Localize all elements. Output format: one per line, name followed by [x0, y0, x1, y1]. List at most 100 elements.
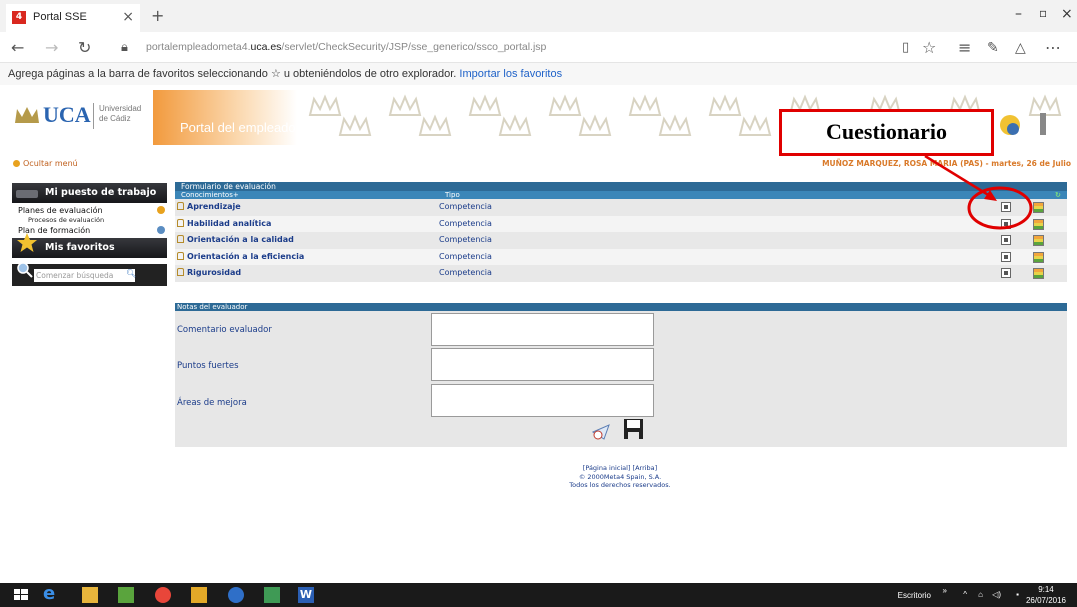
favorites-bar-message: Agrega páginas a la barra de favoritos s… [8, 68, 563, 80]
firefox-icon[interactable] [228, 587, 244, 603]
comentario-evaluador-field[interactable] [431, 313, 654, 346]
page-footer: [Página inicial] [Arriba] © 2000Meta4 Sp… [0, 464, 1077, 490]
expand-icon[interactable] [157, 226, 165, 234]
competency-link[interactable]: Orientación a la calidad [177, 232, 294, 248]
scale-icon[interactable] [1033, 235, 1044, 246]
tray-up-icon[interactable]: ^ [963, 590, 967, 599]
lock-icon: 🔒︎ [121, 40, 128, 55]
questionnaire-icon[interactable] [1001, 218, 1011, 229]
sidebar-section-mi-puesto[interactable]: Mi puesto de trabajo [12, 183, 167, 203]
competency-link[interactable]: Aprendizaje [177, 199, 241, 215]
hub-icon[interactable]: ≡ [958, 38, 971, 57]
sidebar-section-mis-favoritos[interactable]: Mis favoritos [12, 233, 167, 258]
competency-type: Competencia [439, 202, 492, 211]
areas-mejora-label: Áreas de mejora [177, 398, 247, 408]
portal-title: Portal del empleado [180, 120, 296, 135]
puntos-fuertes-field[interactable] [431, 348, 654, 381]
edge-icon[interactable]: e [43, 583, 59, 604]
refresh-icon[interactable]: ↻ [78, 38, 91, 57]
app-icon[interactable] [191, 587, 207, 603]
maximize-icon[interactable]: ▫ [1039, 6, 1047, 20]
grid-header: Conocimientos+ Tipo ↻ [175, 191, 1067, 199]
questionnaire-icon[interactable] [1001, 268, 1011, 278]
scale-icon[interactable] [1033, 202, 1044, 213]
tab-title: Portal SSE [33, 11, 87, 23]
reading-view-icon[interactable]: ▯ [902, 40, 909, 55]
notification-icon[interactable]: ▪ [1016, 590, 1019, 599]
crown-icon [15, 107, 39, 123]
favorite-star-icon[interactable]: ☆ [922, 38, 936, 57]
sidebar: Mi puesto de trabajo Planes de evaluació… [12, 183, 167, 286]
window-close-icon[interactable]: × [1061, 6, 1073, 22]
volume-icon[interactable]: ◁) [992, 590, 1001, 599]
network-icon[interactable]: ⌂ [978, 590, 983, 599]
favorites-bar: Agrega páginas a la barra de favoritos s… [0, 63, 1077, 85]
search-input[interactable]: Comenzar búsqueda [34, 269, 135, 282]
share-icon[interactable]: △ [1015, 40, 1026, 56]
competency-type: Competencia [439, 251, 492, 261]
portal-title-banner: Portal del empleado [153, 90, 297, 145]
sidebar-item-procesos-evaluacion[interactable]: Procesos de evaluación [12, 216, 167, 225]
table-row: Aprendizaje Competencia [175, 199, 1067, 216]
lock-icon [177, 268, 184, 276]
scale-icon[interactable] [1033, 268, 1044, 279]
col-conocimientos[interactable]: Conocimientos+ [181, 191, 239, 199]
word-icon[interactable]: W [298, 587, 314, 603]
web-note-icon[interactable]: ✎ [987, 40, 999, 56]
footer-links[interactable]: [Página inicial] [Arriba] [0, 464, 1077, 473]
send-icon[interactable] [592, 423, 612, 440]
questionnaire-icon[interactable] [1001, 202, 1011, 212]
back-arrow-icon[interactable]: ← [11, 38, 24, 57]
areas-mejora-field[interactable] [431, 384, 654, 417]
tray-expand-icon[interactable]: » [943, 586, 947, 595]
table-row: Orientación a la calidad Competencia [175, 232, 1067, 249]
hide-menu-link[interactable]: Ocultar menú [13, 159, 78, 168]
minimize-icon[interactable]: – [1015, 6, 1022, 22]
lock-icon [177, 251, 184, 260]
save-icon[interactable] [623, 418, 644, 440]
lock-icon [177, 218, 184, 227]
table-row: Rigurosidad Competencia [175, 265, 1067, 282]
windows-taskbar: e W Escritorio » ^ ⌂ ◁) ▪ 9:14 26/07/2016 [0, 583, 1077, 607]
app-icon[interactable] [118, 587, 134, 603]
browser-tab[interactable]: 4 Portal SSE × [6, 4, 140, 32]
more-icon[interactable]: ⋯ [1045, 38, 1061, 57]
chrome-icon[interactable] [155, 587, 171, 603]
grid-body: Aprendizaje Competencia Habilidad analít… [175, 199, 1067, 282]
scale-icon[interactable] [1033, 218, 1044, 230]
address-field[interactable]: portalempleadometa4.uca.es/servlet/Check… [146, 41, 546, 53]
grid-caption: Formulario de evaluación [175, 182, 1067, 191]
app-icon[interactable] [264, 587, 280, 603]
competency-type: Competencia [439, 218, 492, 228]
browser-tab-strip: 4 Portal SSE × + – ▫ × [0, 0, 1077, 32]
close-tab-icon[interactable]: × [122, 9, 134, 25]
desktop-label[interactable]: Escritorio [898, 591, 931, 600]
questionnaire-icon[interactable] [1001, 235, 1011, 245]
browser-address-bar: ← → ↻ 🔒︎ portalempleadometa4.uca.es/serv… [0, 32, 1077, 63]
competency-link[interactable]: Rigurosidad [177, 265, 241, 281]
portal-favicon-icon: 4 [12, 11, 26, 24]
sidebar-item-planes-evaluacion[interactable]: Planes de evaluación [12, 205, 167, 216]
notes-caption: Notas del evaluador [175, 303, 1067, 311]
competency-link[interactable]: Habilidad analítica [177, 216, 271, 232]
import-favorites-link[interactable]: Importar los favoritos [459, 68, 562, 80]
search-go-icon[interactable]: 🔍︎ [126, 269, 136, 278]
footer-copyright: © 2000Meta4 Spain, S.A. [578, 472, 662, 481]
scale-icon[interactable] [1033, 251, 1044, 263]
new-tab-icon[interactable]: + [151, 6, 164, 25]
col-tipo[interactable]: Tipo [445, 191, 460, 199]
star-icon [17, 233, 37, 252]
search-box: Comenzar búsqueda 🔍︎ [12, 262, 167, 286]
expand-icon[interactable] [157, 206, 165, 214]
file-explorer-icon[interactable] [82, 587, 98, 603]
refresh-grid-icon[interactable]: ↻ [1055, 191, 1061, 199]
questionnaire-icon[interactable] [1001, 251, 1011, 262]
comentario-label: Comentario evaluador [177, 325, 272, 335]
windows-start-icon[interactable] [13, 587, 29, 603]
competency-link[interactable]: Orientación a la eficiencia [177, 249, 304, 265]
lock-icon [177, 202, 184, 210]
table-row: Habilidad analítica Competencia [175, 215, 1067, 232]
clock[interactable]: 9:14 26/07/2016 [1026, 584, 1066, 606]
puntos-fuertes-label: Puntos fuertes [177, 361, 239, 371]
forward-arrow-icon[interactable]: → [45, 38, 58, 57]
